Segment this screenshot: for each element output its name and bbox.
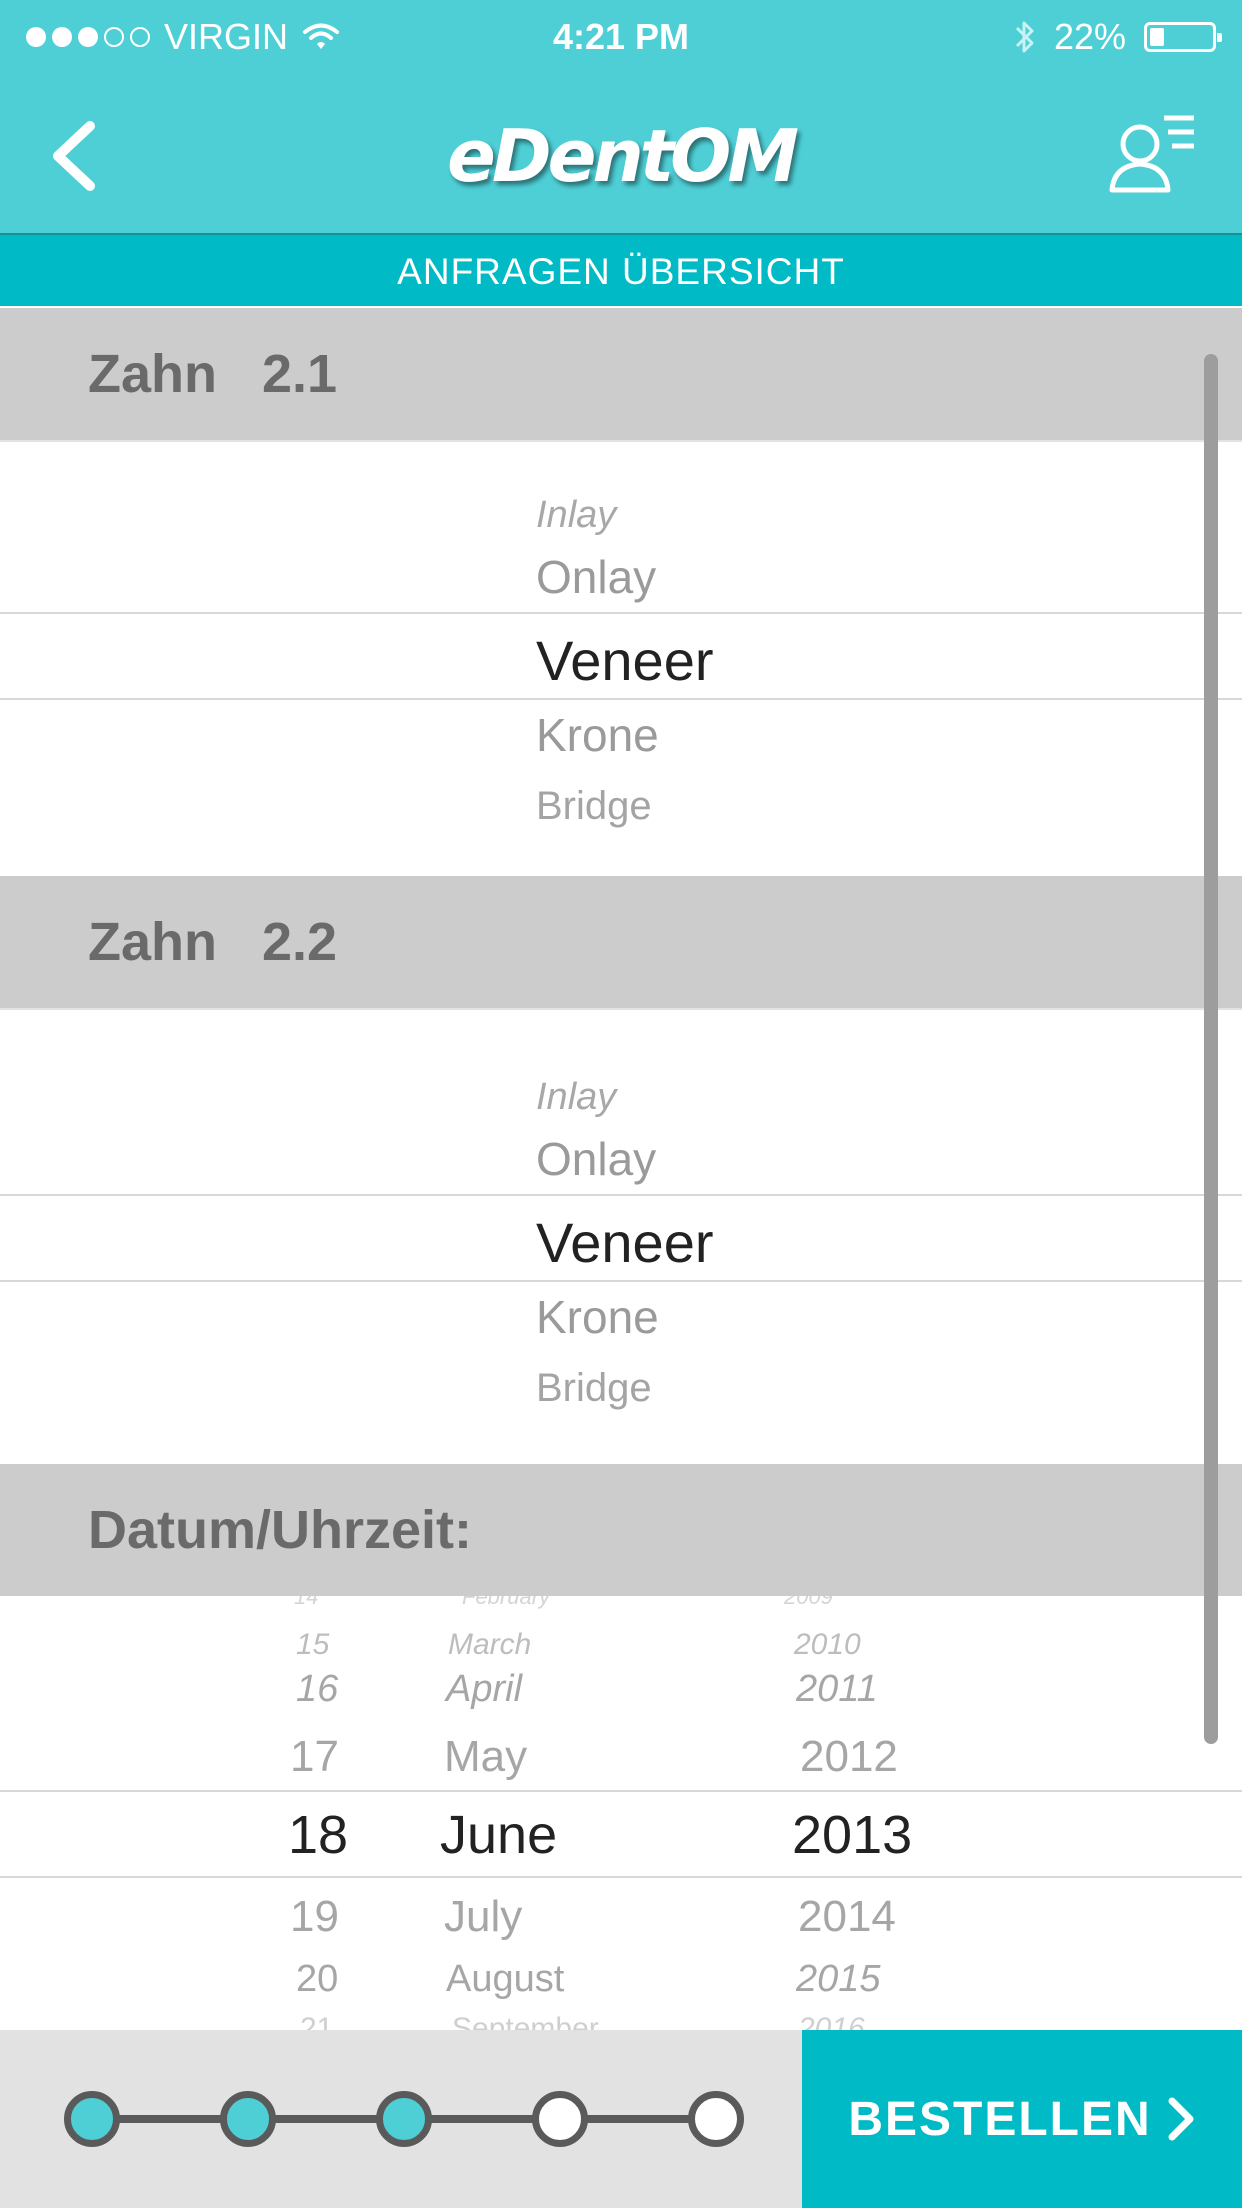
year-option[interactable]: 2015 (796, 1958, 881, 2001)
picker-option[interactable]: Krone (536, 1290, 659, 1344)
day-option[interactable]: 14 (294, 1596, 318, 1610)
user-menu-icon[interactable] (1106, 110, 1196, 196)
month-option[interactable]: April (446, 1668, 522, 1711)
month-option[interactable]: February (462, 1596, 550, 1610)
picker-option-selected[interactable]: Veneer (536, 628, 714, 693)
picker-option[interactable]: Inlay (536, 1076, 616, 1119)
day-option[interactable]: 15 (296, 1628, 329, 1662)
top-bar: VIRGIN 4:21 PM 22% eDentOM (0, 0, 1242, 233)
scrollbar[interactable] (1204, 354, 1218, 1744)
tooth-picker-1[interactable]: Inlay Onlay Veneer Krone Bridge (0, 442, 1242, 878)
battery-percent: 22% (1053, 16, 1126, 57)
step-5-indicator (688, 2091, 744, 2147)
date-picker[interactable]: 14 15 16 17 18 19 20 21 February March A… (0, 1596, 1242, 2030)
page-subtitle: ANFRAGEN ÜBERSICHT (0, 233, 1242, 306)
picker-option[interactable]: Onlay (536, 550, 656, 604)
tooth-label: Zahn 2.1 (88, 344, 338, 404)
order-button[interactable]: BESTELLEN (802, 2030, 1242, 2208)
tooth-header-1: Zahn 2.1 (0, 308, 1242, 440)
year-option[interactable]: 2010 (794, 1628, 861, 1662)
day-option[interactable]: 19 (290, 1892, 339, 1942)
year-option[interactable]: 2011 (796, 1668, 878, 1711)
app-logo: eDentOM (447, 114, 799, 198)
picker-option[interactable]: Onlay (536, 1132, 656, 1186)
year-option[interactable]: 2016 (798, 2012, 865, 2030)
status-right: 22% (1014, 16, 1222, 58)
order-button-label: BESTELLEN (848, 2092, 1152, 2146)
day-option-selected[interactable]: 18 (288, 1804, 348, 1866)
year-option-selected[interactable]: 2013 (792, 1804, 912, 1866)
picker-option[interactable]: Krone (536, 708, 659, 762)
step-3-indicator (376, 2091, 432, 2147)
day-option[interactable]: 16 (296, 1668, 338, 1711)
day-option[interactable]: 21 (300, 2012, 333, 2030)
datetime-label: Datum/Uhrzeit: (88, 1500, 473, 1560)
tooth-header-2: Zahn 2.2 (0, 876, 1242, 1008)
step-4-indicator (532, 2091, 588, 2147)
navigation-bar: eDentOM (0, 76, 1242, 233)
step-2-indicator (220, 2091, 276, 2147)
month-option-selected[interactable]: June (440, 1804, 557, 1866)
tooth-picker-2[interactable]: Inlay Onlay Veneer Krone Bridge (0, 1010, 1242, 1462)
month-option[interactable]: July (444, 1892, 522, 1942)
month-option[interactable]: March (448, 1628, 531, 1662)
year-option[interactable]: 2014 (798, 1892, 896, 1942)
picker-option[interactable]: Bridge (536, 784, 652, 829)
year-option[interactable]: 2009 (784, 1596, 833, 1610)
day-option[interactable]: 20 (296, 1958, 338, 2001)
picker-option[interactable]: Bridge (536, 1366, 652, 1411)
bluetooth-icon (1015, 21, 1034, 53)
picker-option[interactable]: Inlay (536, 494, 616, 537)
step-1-indicator (64, 2091, 120, 2147)
day-option[interactable]: 17 (290, 1732, 339, 1782)
chevron-right-icon (1168, 2097, 1194, 2141)
month-option[interactable]: May (444, 1732, 527, 1782)
month-option[interactable]: August (446, 1958, 564, 2001)
datetime-header: Datum/Uhrzeit: (0, 1464, 1242, 1596)
battery-icon (1144, 22, 1222, 52)
tooth-label: Zahn 2.2 (88, 912, 338, 972)
bottom-bar: BESTELLEN (0, 2030, 1242, 2208)
picker-option-selected[interactable]: Veneer (536, 1210, 714, 1275)
month-option[interactable]: September (452, 2012, 599, 2030)
status-bar: VIRGIN 4:21 PM 22% (0, 0, 1242, 76)
year-option[interactable]: 2012 (800, 1732, 898, 1782)
